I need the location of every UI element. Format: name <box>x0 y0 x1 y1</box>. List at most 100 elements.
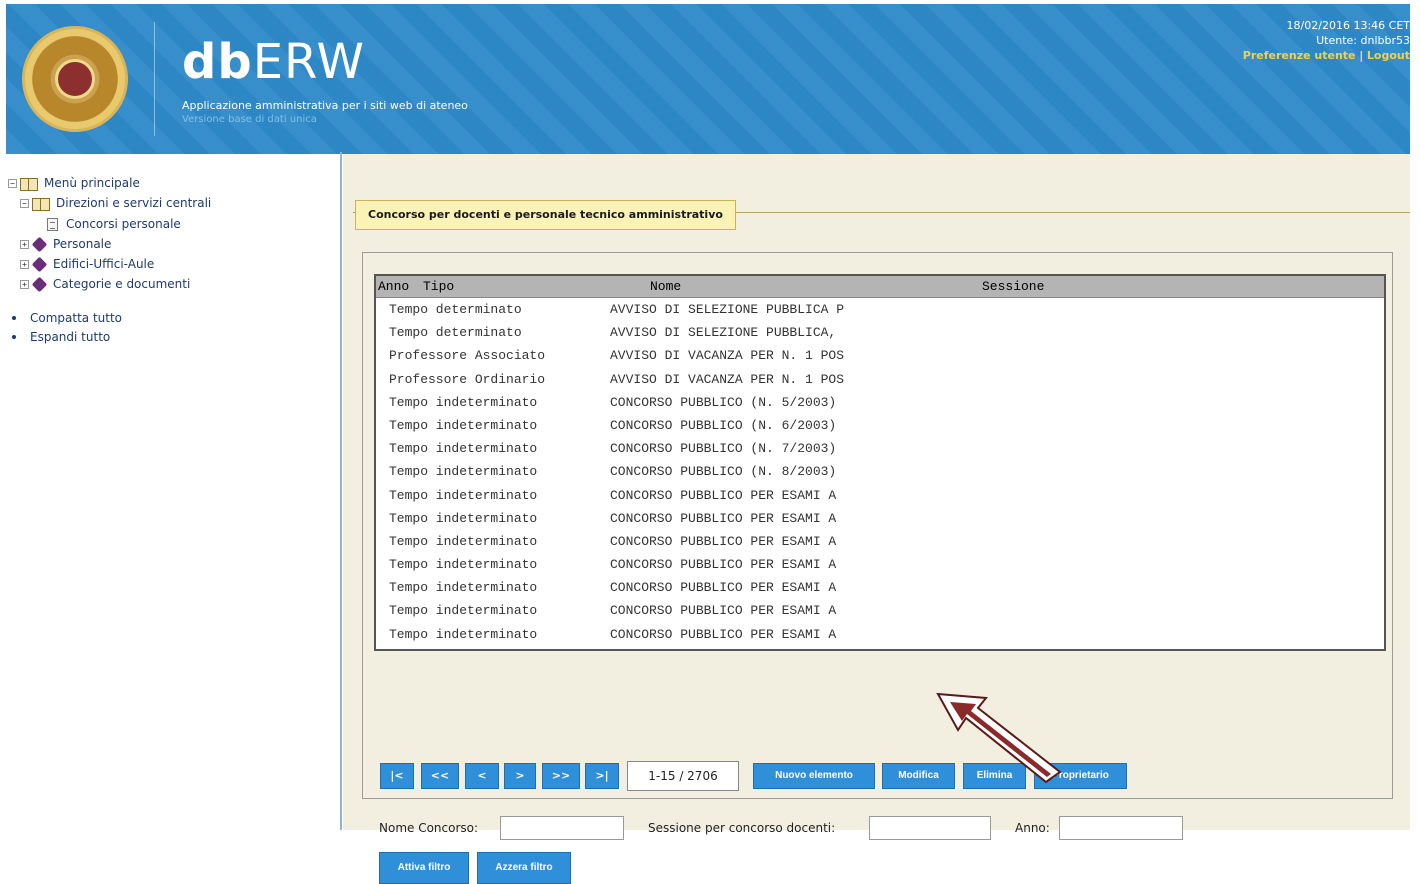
app-version: Versione base di dati unica <box>182 114 317 125</box>
cell-tipo: Tempo indeterminato <box>389 464 538 480</box>
espandi-label[interactable]: Espandi tutto <box>30 330 110 344</box>
bullet-icon <box>12 316 16 320</box>
prev-block-button[interactable]: << <box>421 763 459 789</box>
cell-nome: CONCORSO PUBBLICO PER ESAMI A <box>610 580 837 596</box>
category-icon <box>32 258 47 271</box>
table-row[interactable]: Tempo indeterminato CONCORSO PUBBLICO (N.… <box>376 437 1384 460</box>
compatta-label[interactable]: Compatta tutto <box>30 311 122 325</box>
tree-label-categorie[interactable]: Categorie e documenti <box>53 277 190 291</box>
sidebar-tree: − Menù principale − Direzioni e servizi … <box>6 168 336 828</box>
tree-label-concorsi[interactable]: Concorsi personale <box>66 217 181 231</box>
cell-nome: CONCORSO PUBBLICO (N. 7/2003) <box>610 441 837 457</box>
apply-filter-button[interactable]: Attiva filtro <box>379 852 469 884</box>
sessione-label: Sessione per concorso docenti: <box>648 821 836 835</box>
book-icon <box>20 177 38 191</box>
nome-concorso-input[interactable] <box>500 816 624 840</box>
new-item-button[interactable]: Nuovo elemento <box>753 763 875 789</box>
grid-header: Anno Tipo Nome Sessione <box>376 276 1384 298</box>
cell-tipo: Tempo indeterminato <box>389 626 538 642</box>
grid-body: Tempo determinato AVVISO DI SELEZIONE PUB… <box>376 298 1384 646</box>
column-anno[interactable]: Anno <box>378 279 409 294</box>
cell-nome: CONCORSO PUBBLICO (N. 5/2003) <box>610 394 837 410</box>
nome-concorso-label: Nome Concorso: <box>379 821 479 835</box>
expand-toggle-icon[interactable]: + <box>20 239 29 249</box>
cell-tipo: Professore Ordinario <box>389 371 546 387</box>
tree-item-concorsi[interactable]: Concorsi personale <box>47 215 181 233</box>
header-links: Preferenze utente | Logout <box>1243 48 1410 63</box>
column-sessione[interactable]: Sessione <box>982 279 1044 294</box>
tree-label-root[interactable]: Menù principale <box>44 176 140 190</box>
cell-tipo: Tempo indeterminato <box>389 394 538 410</box>
cell-tipo: Tempo indeterminato <box>389 417 538 433</box>
tree-item-direzioni[interactable]: − Direzioni e servizi centrali <box>20 194 211 212</box>
link-separator: | <box>1359 49 1364 62</box>
cell-nome: CONCORSO PUBBLICO (N. 6/2003) <box>610 417 837 433</box>
collapse-toggle-icon[interactable]: − <box>8 178 17 188</box>
espandi-tutto-link[interactable]: Espandi tutto <box>12 328 110 346</box>
anno-input[interactable] <box>1059 816 1183 840</box>
table-row[interactable]: Tempo indeterminato CONCORSO PUBBLICO (N.… <box>376 391 1384 414</box>
tree-item-root[interactable]: − Menù principale <box>8 174 140 192</box>
tree-label-personale[interactable]: Personale <box>53 237 111 251</box>
sidebar-separator <box>340 152 342 830</box>
tree-item-edifici[interactable]: + Edifici-Uffici-Aule <box>20 255 154 273</box>
table-row[interactable]: Tempo indeterminato CONCORSO PUBBLICO PER… <box>376 576 1384 599</box>
app-title-light: ERW <box>252 34 365 90</box>
next-block-button[interactable]: >> <box>542 763 580 789</box>
first-page-button[interactable]: |< <box>380 763 414 789</box>
table-row[interactable]: Tempo indeterminato CONCORSO PUBBLICO PER… <box>376 484 1384 507</box>
cell-nome: CONCORSO PUBBLICO PER ESAMI A <box>610 603 837 619</box>
header-user: Utente: dnlbbr53 <box>1316 34 1410 47</box>
pager-range[interactable]: 1-15 / 2706 <box>627 761 739 791</box>
header-datetime: 18/02/2016 13:46 CET <box>1286 19 1410 32</box>
table-row[interactable]: Tempo determinato AVVISO DI SELEZIONE PUB… <box>376 321 1384 344</box>
cell-nome: AVVISO DI SELEZIONE PUBBLICA P <box>610 302 845 317</box>
table-row[interactable]: Tempo indeterminato CONCORSO PUBBLICO (N.… <box>376 414 1384 437</box>
logout-link[interactable]: Logout <box>1367 49 1410 62</box>
cell-nome: CONCORSO PUBBLICO (N. 8/2003) <box>610 464 837 480</box>
cell-nome: CONCORSO PUBBLICO PER ESAMI A <box>610 626 837 642</box>
collapse-toggle-icon[interactable]: − <box>20 198 29 208</box>
tree-label-direzioni[interactable]: Direzioni e servizi centrali <box>56 196 211 210</box>
expand-toggle-icon[interactable]: + <box>20 279 29 289</box>
cell-tipo: Tempo determinato <box>389 302 522 317</box>
cell-tipo: Tempo indeterminato <box>389 487 538 503</box>
cell-nome: AVVISO DI SELEZIONE PUBBLICA, <box>610 325 837 341</box>
cell-nome: CONCORSO PUBBLICO PER ESAMI A <box>610 533 837 549</box>
expand-toggle-icon[interactable]: + <box>20 259 29 269</box>
cell-tipo: Tempo indeterminato <box>389 441 538 457</box>
app-subtitle: Applicazione amministrativa per i siti w… <box>182 99 468 112</box>
tree-item-personale[interactable]: + Personale <box>20 235 111 253</box>
app-header: dbERW Applicazione amministrativa per i … <box>6 4 1410 154</box>
table-row[interactable]: Tempo indeterminato CONCORSO PUBBLICO (N.… <box>376 460 1384 483</box>
table-row[interactable]: Tempo indeterminato CONCORSO PUBBLICO PER… <box>376 623 1384 646</box>
tree-item-categorie[interactable]: + Categorie e documenti <box>20 275 190 293</box>
sessione-input[interactable] <box>869 816 991 840</box>
table-row[interactable]: Tempo indeterminato CONCORSO PUBBLICO PER… <box>376 553 1384 576</box>
app-title-bold: db <box>182 34 253 90</box>
prev-page-button[interactable]: < <box>465 763 499 789</box>
next-page-button[interactable]: > <box>504 763 536 789</box>
column-nome[interactable]: Nome <box>650 279 681 294</box>
table-row[interactable]: Professore Ordinario AVVISO DI VACANZA PE… <box>376 368 1384 391</box>
section-title: Concorso per docenti e personale tecnico… <box>355 200 736 230</box>
cell-nome: AVVISO DI VACANZA PER N. 1 POS <box>610 348 845 364</box>
table-row[interactable]: Tempo indeterminato CONCORSO PUBBLICO PER… <box>376 507 1384 530</box>
tree-label-edifici[interactable]: Edifici-Uffici-Aule <box>53 257 154 271</box>
compatta-tutto-link[interactable]: Compatta tutto <box>12 309 122 327</box>
last-page-button[interactable]: >| <box>585 763 619 789</box>
book-icon <box>32 197 50 211</box>
category-icon <box>32 278 47 291</box>
anno-label: Anno: <box>1015 821 1050 835</box>
document-icon <box>47 217 58 231</box>
table-row[interactable]: Professore Associato AVVISO DI VACANZA PE… <box>376 344 1384 367</box>
table-row[interactable]: Tempo indeterminato CONCORSO PUBBLICO PER… <box>376 599 1384 622</box>
table-row[interactable]: Tempo determinato AVVISO DI SELEZIONE PUB… <box>376 298 1384 321</box>
preferences-link[interactable]: Preferenze utente <box>1243 49 1356 62</box>
annotation-arrow-icon <box>936 692 1062 784</box>
table-row[interactable]: Tempo indeterminato CONCORSO PUBBLICO PER… <box>376 530 1384 553</box>
cell-nome: CONCORSO PUBBLICO PER ESAMI A <box>610 487 837 503</box>
cell-nome: CONCORSO PUBBLICO PER ESAMI A <box>610 557 837 573</box>
reset-filter-button[interactable]: Azzera filtro <box>477 852 571 884</box>
column-tipo[interactable]: Tipo <box>423 279 454 294</box>
